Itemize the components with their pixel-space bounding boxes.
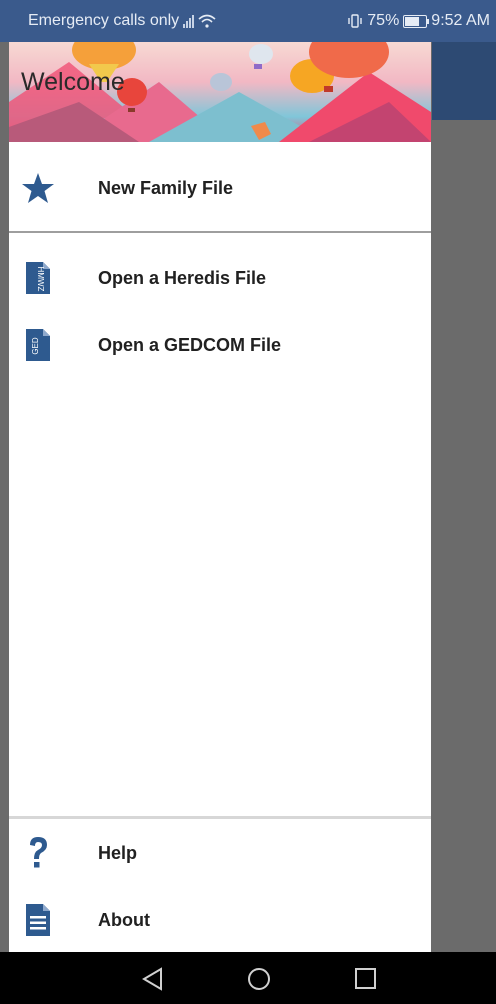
- menu-item-new-family-file[interactable]: New Family File: [9, 156, 431, 220]
- menu-item-label: Help: [98, 842, 138, 863]
- drawer-header: Welcome: [9, 42, 431, 142]
- menu-item-open-gedcom-file[interactable]: GED Open a GEDCOM File: [9, 313, 431, 377]
- document-icon: [26, 904, 50, 936]
- file-icon: GED: [26, 329, 50, 361]
- star-icon: [22, 173, 54, 203]
- file-icon-text: HMWZ: [36, 267, 45, 292]
- question-icon: [30, 837, 47, 868]
- status-right: 75% 9:52 AM: [347, 12, 490, 30]
- carrier-text: Emergency calls only: [28, 12, 180, 29]
- status-bar: Emergency calls only 75% 9:52 AM: [0, 0, 496, 42]
- menu-item-help[interactable]: Help: [9, 821, 431, 885]
- navigation-drawer[interactable]: Welcome New Family File HMWZ Open a Here…: [9, 42, 431, 952]
- recents-icon[interactable]: [352, 966, 380, 992]
- system-nav-bar: [0, 952, 496, 1004]
- menu-item-open-heredis-file[interactable]: HMWZ Open a Heredis File: [9, 246, 431, 310]
- menu-item-label: Open a GEDCOM File: [98, 334, 282, 355]
- battery-percent: 75%: [367, 12, 400, 29]
- clock: 9:52 AM: [431, 12, 490, 29]
- file-icon-text: GED: [31, 337, 40, 355]
- background-app-toolbar: [432, 42, 496, 120]
- menu-item-label: New Family File: [98, 177, 234, 198]
- menu-item-label: Open a Heredis File: [98, 267, 267, 288]
- status-left: Emergency calls only: [28, 12, 216, 30]
- drawer-divider: [9, 231, 431, 233]
- back-icon[interactable]: [139, 966, 167, 992]
- file-icon: HMWZ: [26, 262, 50, 294]
- signal-icon: [183, 14, 195, 28]
- home-icon[interactable]: [245, 966, 273, 992]
- vibrate-icon: [348, 14, 362, 28]
- drawer-bottom-divider: [9, 816, 431, 819]
- battery-fill: [405, 16, 420, 26]
- menu-item-label: About: [98, 909, 150, 930]
- menu-item-about[interactable]: About: [9, 888, 431, 952]
- battery-icon: [403, 14, 430, 28]
- drawer-title: Welcome: [21, 68, 125, 96]
- wifi-icon: [198, 14, 216, 28]
